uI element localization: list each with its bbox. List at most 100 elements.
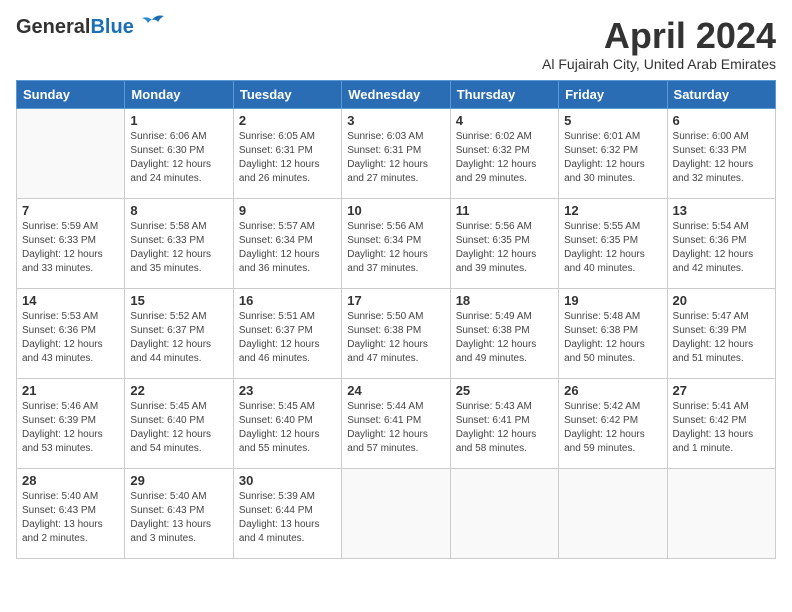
day-number: 28 (22, 473, 119, 488)
calendar-cell: 12 Sunrise: 5:55 AM Sunset: 6:35 PM Dayli… (559, 198, 667, 288)
day-number: 15 (130, 293, 227, 308)
day-info: Sunrise: 5:56 AM Sunset: 6:34 PM Dayligh… (347, 220, 444, 276)
day-number: 12 (564, 203, 661, 218)
day-info: Sunrise: 6:00 AM Sunset: 6:33 PM Dayligh… (673, 130, 770, 186)
calendar-cell (342, 468, 450, 558)
day-info: Sunrise: 5:55 AM Sunset: 6:35 PM Dayligh… (564, 220, 661, 276)
calendar-cell: 2 Sunrise: 6:05 AM Sunset: 6:31 PM Daylig… (233, 108, 341, 198)
day-info: Sunrise: 5:40 AM Sunset: 6:43 PM Dayligh… (130, 490, 227, 546)
location-subtitle: Al Fujairah City, United Arab Emirates (542, 56, 776, 72)
day-info: Sunrise: 5:46 AM Sunset: 6:39 PM Dayligh… (22, 400, 119, 456)
day-info: Sunrise: 5:39 AM Sunset: 6:44 PM Dayligh… (239, 490, 336, 546)
day-number: 24 (347, 383, 444, 398)
day-number: 30 (239, 473, 336, 488)
day-number: 8 (130, 203, 227, 218)
day-info: Sunrise: 5:51 AM Sunset: 6:37 PM Dayligh… (239, 310, 336, 366)
calendar-cell: 11Sunrise: 5:56 AM Sunset: 6:35 PM Dayli… (450, 198, 558, 288)
day-number: 11 (456, 203, 553, 218)
calendar-cell: 17 Sunrise: 5:50 AM Sunset: 6:38 PM Dayli… (342, 288, 450, 378)
day-info: Sunrise: 5:48 AM Sunset: 6:38 PM Dayligh… (564, 310, 661, 366)
logo-bird-icon (138, 14, 166, 37)
day-info: Sunrise: 6:03 AM Sunset: 6:31 PM Dayligh… (347, 130, 444, 186)
calendar-cell: 15 Sunrise: 5:52 AM Sunset: 6:37 PM Dayli… (125, 288, 233, 378)
week-row-3: 14Sunrise: 5:53 AM Sunset: 6:36 PM Dayli… (17, 288, 776, 378)
day-info: Sunrise: 5:45 AM Sunset: 6:40 PM Dayligh… (130, 400, 227, 456)
day-number: 5 (564, 113, 661, 128)
week-row-4: 21 Sunrise: 5:46 AM Sunset: 6:39 PM Dayli… (17, 378, 776, 468)
day-number: 25 (456, 383, 553, 398)
day-info: Sunrise: 5:50 AM Sunset: 6:38 PM Dayligh… (347, 310, 444, 366)
calendar-cell: 19 Sunrise: 5:48 AM Sunset: 6:38 PM Dayli… (559, 288, 667, 378)
logo-text: GeneralBlue (16, 16, 134, 38)
day-number: 29 (130, 473, 227, 488)
calendar-cell: 25 Sunrise: 5:43 AM Sunset: 6:41 PM Dayli… (450, 378, 558, 468)
day-info: Sunrise: 6:01 AM Sunset: 6:32 PM Dayligh… (564, 130, 661, 186)
day-info: Sunrise: 5:41 AM Sunset: 6:42 PM Dayligh… (673, 400, 770, 456)
weekday-header-saturday: Saturday (667, 80, 775, 108)
calendar-cell: 18 Sunrise: 5:49 AM Sunset: 6:38 PM Dayli… (450, 288, 558, 378)
calendar-cell: 21 Sunrise: 5:46 AM Sunset: 6:39 PM Dayli… (17, 378, 125, 468)
day-info: Sunrise: 5:47 AM Sunset: 6:39 PM Dayligh… (673, 310, 770, 366)
day-number: 19 (564, 293, 661, 308)
calendar-cell: 9 Sunrise: 5:57 AM Sunset: 6:34 PM Daylig… (233, 198, 341, 288)
day-number: 10 (347, 203, 444, 218)
calendar-table: SundayMondayTuesdayWednesdayThursdayFrid… (16, 80, 776, 559)
calendar-cell: 3Sunrise: 6:03 AM Sunset: 6:31 PM Daylig… (342, 108, 450, 198)
day-number: 9 (239, 203, 336, 218)
day-info: Sunrise: 5:52 AM Sunset: 6:37 PM Dayligh… (130, 310, 227, 366)
week-row-1: 1Sunrise: 6:06 AM Sunset: 6:30 PM Daylig… (17, 108, 776, 198)
day-info: Sunrise: 5:44 AM Sunset: 6:41 PM Dayligh… (347, 400, 444, 456)
calendar-cell: 20 Sunrise: 5:47 AM Sunset: 6:39 PM Dayli… (667, 288, 775, 378)
day-info: Sunrise: 5:57 AM Sunset: 6:34 PM Dayligh… (239, 220, 336, 276)
weekday-header-thursday: Thursday (450, 80, 558, 108)
day-info: Sunrise: 5:45 AM Sunset: 6:40 PM Dayligh… (239, 400, 336, 456)
day-info: Sunrise: 5:53 AM Sunset: 6:36 PM Dayligh… (22, 310, 119, 366)
weekday-header-row: SundayMondayTuesdayWednesdayThursdayFrid… (17, 80, 776, 108)
day-info: Sunrise: 5:40 AM Sunset: 6:43 PM Dayligh… (22, 490, 119, 546)
weekday-header-wednesday: Wednesday (342, 80, 450, 108)
day-info: Sunrise: 5:49 AM Sunset: 6:38 PM Dayligh… (456, 310, 553, 366)
calendar-cell: 5 Sunrise: 6:01 AM Sunset: 6:32 PM Daylig… (559, 108, 667, 198)
calendar-cell (667, 468, 775, 558)
weekday-header-sunday: Sunday (17, 80, 125, 108)
calendar-cell: 16 Sunrise: 5:51 AM Sunset: 6:37 PM Dayli… (233, 288, 341, 378)
calendar-cell: 13Sunrise: 5:54 AM Sunset: 6:36 PM Dayli… (667, 198, 775, 288)
calendar-cell: 23 Sunrise: 5:45 AM Sunset: 6:40 PM Dayli… (233, 378, 341, 468)
day-info: Sunrise: 5:54 AM Sunset: 6:36 PM Dayligh… (673, 220, 770, 276)
calendar-cell: 1Sunrise: 6:06 AM Sunset: 6:30 PM Daylig… (125, 108, 233, 198)
day-number: 17 (347, 293, 444, 308)
calendar-cell: 26Sunrise: 5:42 AM Sunset: 6:42 PM Dayli… (559, 378, 667, 468)
day-number: 18 (456, 293, 553, 308)
day-number: 4 (456, 113, 553, 128)
week-row-5: 28 Sunrise: 5:40 AM Sunset: 6:43 PM Dayli… (17, 468, 776, 558)
day-info: Sunrise: 5:43 AM Sunset: 6:41 PM Dayligh… (456, 400, 553, 456)
calendar-cell: 10 Sunrise: 5:56 AM Sunset: 6:34 PM Dayli… (342, 198, 450, 288)
day-number: 20 (673, 293, 770, 308)
calendar-cell (450, 468, 558, 558)
calendar-cell: 22 Sunrise: 5:45 AM Sunset: 6:40 PM Dayli… (125, 378, 233, 468)
day-info: Sunrise: 6:06 AM Sunset: 6:30 PM Dayligh… (130, 130, 227, 186)
day-info: Sunrise: 6:02 AM Sunset: 6:32 PM Dayligh… (456, 130, 553, 186)
day-number: 21 (22, 383, 119, 398)
calendar-cell: 8 Sunrise: 5:58 AM Sunset: 6:33 PM Daylig… (125, 198, 233, 288)
weekday-header-friday: Friday (559, 80, 667, 108)
calendar-cell: 30 Sunrise: 5:39 AM Sunset: 6:44 PM Dayli… (233, 468, 341, 558)
calendar-cell: 6 Sunrise: 6:00 AM Sunset: 6:33 PM Daylig… (667, 108, 775, 198)
day-number: 7 (22, 203, 119, 218)
day-info: Sunrise: 5:42 AM Sunset: 6:42 PM Dayligh… (564, 400, 661, 456)
weekday-header-monday: Monday (125, 80, 233, 108)
day-number: 6 (673, 113, 770, 128)
day-number: 22 (130, 383, 227, 398)
day-info: Sunrise: 5:59 AM Sunset: 6:33 PM Dayligh… (22, 220, 119, 276)
calendar-cell: 29 Sunrise: 5:40 AM Sunset: 6:43 PM Dayli… (125, 468, 233, 558)
day-number: 16 (239, 293, 336, 308)
calendar-cell: 4 Sunrise: 6:02 AM Sunset: 6:32 PM Daylig… (450, 108, 558, 198)
month-title: April 2024 (542, 16, 776, 56)
title-block: April 2024 Al Fujairah City, United Arab… (542, 16, 776, 72)
day-number: 2 (239, 113, 336, 128)
calendar-cell: 27Sunrise: 5:41 AM Sunset: 6:42 PM Dayli… (667, 378, 775, 468)
page-header: GeneralBlue April 2024 Al Fujairah City,… (16, 16, 776, 72)
day-number: 23 (239, 383, 336, 398)
day-info: Sunrise: 5:58 AM Sunset: 6:33 PM Dayligh… (130, 220, 227, 276)
day-info: Sunrise: 6:05 AM Sunset: 6:31 PM Dayligh… (239, 130, 336, 186)
